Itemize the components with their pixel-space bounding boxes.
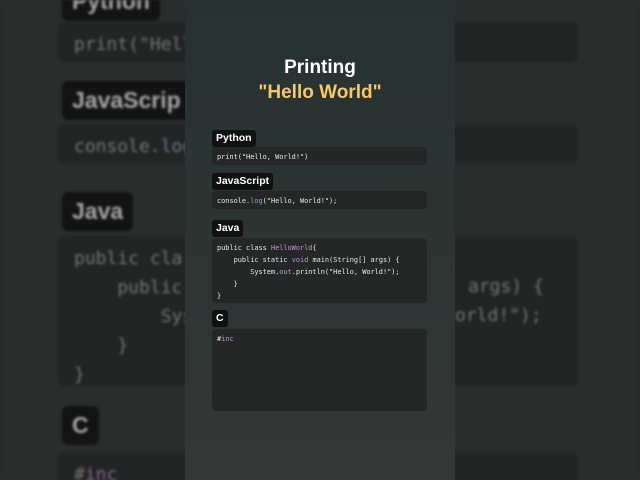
c-code-block: #inc <box>212 329 427 411</box>
page-title: Printing <box>284 57 356 78</box>
java-label: Java <box>212 220 244 237</box>
java-l1-b: { <box>312 244 317 252</box>
javascript-label: JavaScript <box>212 173 274 190</box>
java-l2-a: public static <box>217 256 292 264</box>
java-l3-b: .println("Hello, World!"); <box>291 268 400 276</box>
java-line-1: public class HelloWorld{ <box>217 244 317 252</box>
java-line-2: public static void main(String[] args) { <box>217 256 400 264</box>
js-args: ("Hello, World!"); <box>262 197 338 205</box>
python-args: ("Hello, World!") <box>237 153 309 161</box>
js-console: console. <box>217 197 251 205</box>
python-print: print <box>217 153 238 161</box>
java-out: out <box>279 268 292 276</box>
java-void: void <box>291 256 309 264</box>
content-panel: Printing "Hello World" Python print("Hel… <box>185 0 455 480</box>
java-line-5: } <box>217 292 222 300</box>
c-label: C <box>212 310 228 327</box>
java-line-3: System.out.println("Hello, World!"); <box>217 268 400 276</box>
video-frame: Python print("Hell JavaScrip console.log… <box>0 0 640 480</box>
java-line-4: } <box>217 280 238 288</box>
java-l3-a: System. <box>217 268 280 276</box>
java-l1-a: public class <box>217 244 271 252</box>
java-code-block: public class HelloWorld{ public static v… <box>212 238 427 303</box>
python-label: Python <box>212 130 256 147</box>
javascript-code-block: console.log("Hello, World!"); <box>212 191 427 209</box>
js-log: log <box>250 197 263 205</box>
java-l2-b: main(String[] args) { <box>308 256 400 264</box>
c-inc: inc <box>221 335 234 343</box>
page-subtitle: "Hello World" <box>258 82 382 103</box>
python-code-block: print("Hello, World!") <box>212 147 427 165</box>
java-class-name: HelloWorld <box>270 244 313 252</box>
